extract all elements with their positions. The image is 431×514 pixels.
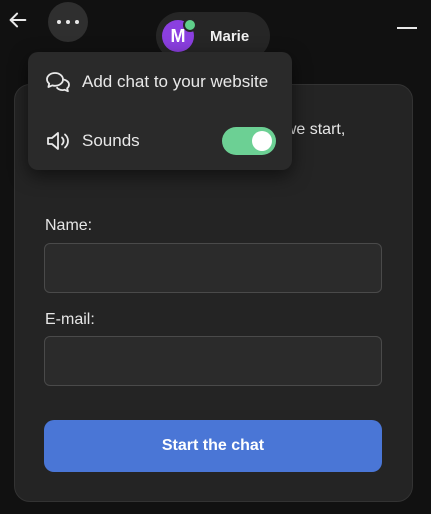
- name-input[interactable]: [44, 243, 382, 293]
- more-horizontal-icon: [57, 20, 79, 24]
- arrow-left-icon: [9, 12, 27, 28]
- name-label: Name:: [45, 217, 93, 234]
- online-status-dot: [183, 18, 197, 32]
- options-menu: Add chat to your website Sounds: [28, 52, 292, 170]
- minimize-icon: [397, 27, 417, 29]
- menu-item-sounds: Sounds: [28, 113, 292, 169]
- sounds-toggle[interactable]: [222, 127, 276, 155]
- start-chat-button[interactable]: Start the chat: [44, 420, 382, 472]
- back-button[interactable]: [4, 6, 32, 34]
- agent-name: Marie: [210, 27, 250, 45]
- menu-item-sounds-label: Sounds: [82, 131, 140, 150]
- email-label: E-mail:: [45, 311, 95, 328]
- more-options-button[interactable]: [48, 2, 88, 42]
- email-input[interactable]: [44, 336, 382, 386]
- menu-item-add-chat[interactable]: Add chat to your website: [28, 54, 292, 110]
- menu-item-add-chat-label: Add chat to your website: [82, 72, 269, 91]
- toggle-knob: [252, 131, 272, 151]
- chat-bubbles-icon: [44, 68, 72, 96]
- avatar: M: [162, 18, 197, 52]
- minimize-button[interactable]: [395, 16, 419, 36]
- speaker-icon: [44, 127, 72, 155]
